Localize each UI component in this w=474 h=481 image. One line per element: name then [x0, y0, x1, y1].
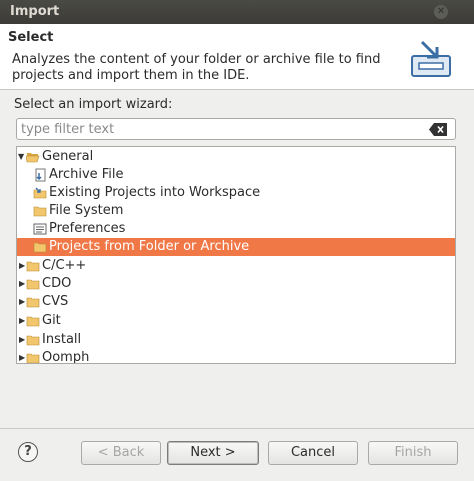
tree-item-git[interactable]: ▶ Git: [17, 312, 455, 330]
title-bar[interactable]: Import ✕: [0, 0, 474, 24]
folder-open-icon: [26, 153, 40, 163]
folder-icon: [26, 261, 40, 272]
tree-item-label: General: [42, 149, 94, 164]
footer-divider: [0, 428, 474, 429]
page-description: Analyzes the content of your folder or a…: [12, 52, 381, 83]
next-button[interactable]: Next >: [167, 441, 259, 465]
wizard-tree[interactable]: ▼ General Archive File Existing Projects…: [16, 146, 456, 364]
tree-item-label: CDO: [42, 276, 72, 291]
filter-box: [16, 118, 456, 140]
filter-input[interactable]: [21, 120, 421, 138]
tree-item-label: Git: [42, 313, 61, 328]
help-button[interactable]: ?: [18, 442, 38, 462]
cancel-button[interactable]: Cancel: [268, 441, 358, 465]
tree-item-install[interactable]: ▶ Install: [17, 331, 455, 349]
tree-item-label: Oomph: [42, 350, 90, 364]
folder-icon: [26, 335, 40, 346]
back-button[interactable]: < Back: [81, 441, 161, 465]
existing-projects-icon: [33, 187, 47, 199]
archive-file-icon: [35, 168, 46, 182]
folder-icon: [33, 242, 47, 253]
clear-filter-icon[interactable]: [429, 123, 447, 136]
tree-item-label: File System: [49, 203, 124, 218]
tree-item-label: Projects from Folder or Archive: [49, 239, 250, 254]
tree-item-preferences[interactable]: Preferences: [17, 220, 455, 238]
tree-item-file-system[interactable]: File System: [17, 202, 455, 220]
wizard-select-label: Select an import wizard:: [14, 97, 173, 112]
wizard-header: Select Analyzes the content of your fold…: [0, 24, 474, 90]
import-banner-icon: [411, 40, 451, 77]
tree-item-cdo[interactable]: ▶ CDO: [17, 275, 455, 293]
window-title: Import: [10, 4, 60, 19]
folder-icon: [33, 206, 47, 217]
close-icon[interactable]: ✕: [434, 5, 448, 19]
import-dialog: Import ✕ Select Analyzes the content of …: [0, 0, 474, 481]
folder-icon: [26, 279, 40, 290]
tree-item-label: Install: [42, 332, 82, 347]
tree-item-cvs[interactable]: ▶ CVS: [17, 293, 455, 311]
finish-button[interactable]: Finish: [368, 441, 458, 465]
tree-item-projects-from-folder[interactable]: Projects from Folder or Archive: [17, 238, 455, 256]
folder-icon: [26, 316, 40, 327]
tree-item-oomph[interactable]: ▶ Oomph: [17, 349, 455, 364]
folder-icon: [26, 297, 40, 308]
tree-item-label: Archive File: [49, 167, 124, 182]
tree-item-label: C/C++: [42, 258, 87, 273]
tree-item-existing-projects[interactable]: Existing Projects into Workspace: [17, 184, 455, 202]
tree-item-label: CVS: [42, 294, 69, 309]
tree-item-general[interactable]: ▼ General: [17, 148, 455, 166]
folder-icon: [26, 353, 40, 363]
tree-item-label: Existing Projects into Workspace: [49, 185, 261, 200]
preferences-icon: [33, 223, 47, 235]
page-title: Select: [8, 30, 54, 45]
tree-item-label: Preferences: [49, 221, 126, 236]
tree-item-cpp[interactable]: ▶ C/C++: [17, 257, 455, 275]
tree-item-archive-file[interactable]: Archive File: [17, 166, 455, 184]
